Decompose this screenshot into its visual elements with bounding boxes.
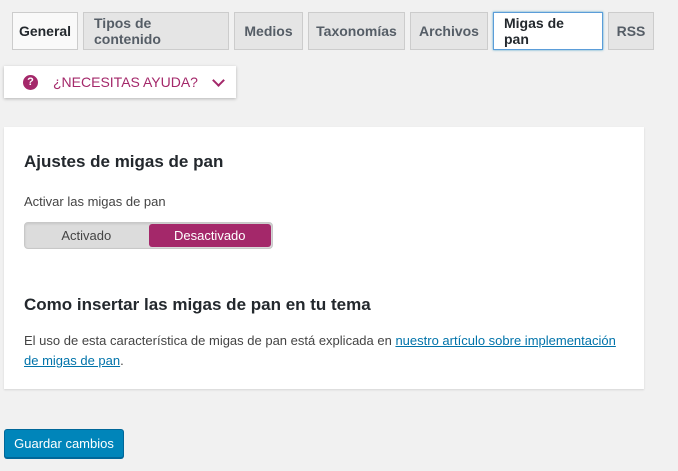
toggle-option-enabled[interactable]: Activado	[25, 223, 148, 248]
tab-breadcrumbs[interactable]: Migas de pan	[493, 12, 603, 50]
tab-general[interactable]: General	[12, 12, 78, 50]
tab-archives[interactable]: Archivos	[410, 12, 488, 50]
section-description: El uso de esta característica de migas d…	[24, 331, 624, 371]
save-button[interactable]: Guardar cambios	[4, 429, 124, 458]
toggle-option-disabled[interactable]: Desactivado	[148, 224, 271, 247]
tab-bar: General Tipos de contenido Medios Taxono…	[12, 12, 654, 50]
tab-content-types[interactable]: Tipos de contenido	[83, 12, 229, 50]
tab-rss[interactable]: RSS	[608, 12, 654, 50]
section-title-insert: Como insertar las migas de pan en tu tem…	[24, 295, 371, 314]
tab-taxonomies[interactable]: Taxonomías	[308, 12, 405, 50]
chevron-down-icon	[212, 73, 225, 87]
description-text: El uso de esta característica de migas d…	[24, 333, 396, 348]
description-end: .	[120, 353, 124, 368]
toggle-label: Activar las migas de pan	[24, 194, 166, 209]
tab-media[interactable]: Medios	[234, 12, 303, 50]
settings-page: General Tipos de contenido Medios Taxono…	[0, 0, 678, 471]
section-title-settings: Ajustes de migas de pan	[24, 152, 224, 171]
breadcrumbs-settings-card: Ajustes de migas de pan Activar las miga…	[4, 127, 644, 389]
help-toggle-button[interactable]: ? ¿NECESITAS AYUDA?	[4, 66, 236, 98]
question-circle-icon: ?	[23, 74, 38, 90]
help-label: ¿NECESITAS AYUDA?	[53, 74, 198, 90]
breadcrumbs-toggle: Activado Desactivado	[24, 222, 273, 249]
